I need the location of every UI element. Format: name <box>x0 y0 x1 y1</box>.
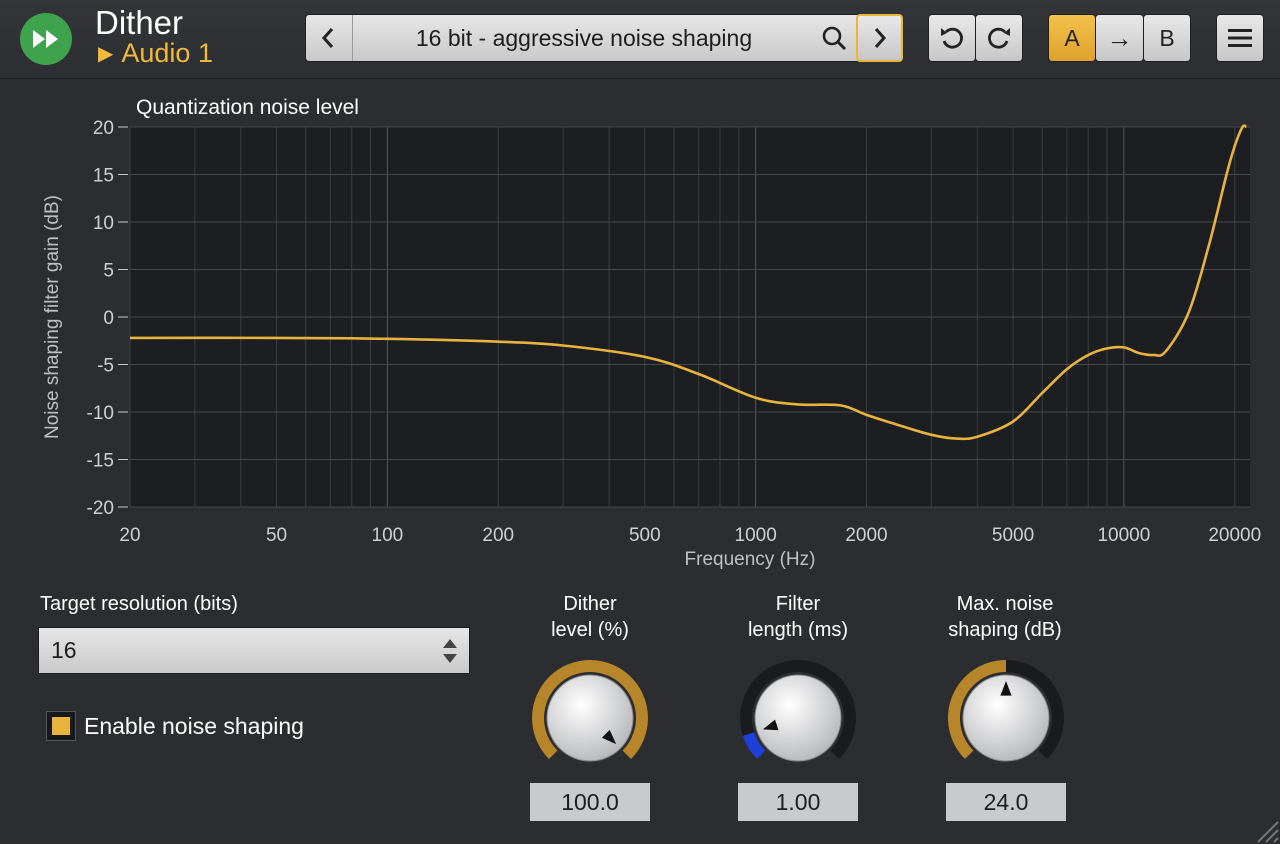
x-tick-label: 1000 <box>735 525 777 546</box>
knob-body <box>754 674 842 762</box>
y-tick-label: 15 <box>93 166 114 187</box>
y-tick-label: 20 <box>93 118 114 139</box>
max-noise-shaping-knob[interactable] <box>941 653 1071 783</box>
y-tick-label: 10 <box>93 213 114 234</box>
y-axis-label: Noise shaping filter gain (dB) <box>42 195 63 439</box>
y-tick-label: 0 <box>103 308 114 329</box>
y-tick-label: 5 <box>103 261 114 282</box>
y-tick-label: -15 <box>87 451 114 472</box>
x-tick-label: 10000 <box>1097 525 1150 546</box>
filter-length-value[interactable]: 1.00 <box>738 783 858 821</box>
resize-grip-icon[interactable] <box>1250 814 1280 844</box>
max-noise-shaping-value[interactable]: 24.0 <box>946 783 1066 821</box>
noise-shaping-checkbox[interactable] <box>46 711 76 741</box>
x-tick-label: 20 <box>119 525 140 546</box>
x-tick-label: 5000 <box>992 525 1034 546</box>
target-resolution-value: 16 <box>51 637 77 663</box>
x-tick-label: 200 <box>482 525 514 546</box>
y-tick-label: -10 <box>87 403 114 424</box>
x-axis-label: Frequency (Hz) <box>685 549 816 570</box>
y-tick-label: -5 <box>97 356 114 377</box>
dither-level-knob[interactable] <box>525 653 655 783</box>
noise-shaping-label: Enable noise shaping <box>84 713 304 739</box>
dither-level-value[interactable]: 100.0 <box>530 783 650 821</box>
x-tick-label: 500 <box>629 525 661 546</box>
y-tick-label: -20 <box>87 498 114 519</box>
x-tick-label: 50 <box>266 525 287 546</box>
knob-body <box>546 674 634 762</box>
target-resolution-select[interactable]: 16 <box>38 627 470 674</box>
x-tick-label: 2000 <box>845 525 887 546</box>
checkbox-fill <box>52 717 70 735</box>
target-resolution-label: Target resolution (bits) <box>40 593 238 615</box>
dither-level-label: Dither level (%) <box>551 593 629 641</box>
updown-arrows-icon <box>443 639 457 663</box>
x-tick-label: 100 <box>372 525 404 546</box>
noise-shaping-chart: 20151050-5-10-15-2020 50 100 200 500 1000 2000… <box>42 118 1261 570</box>
x-tick-label: 20000 <box>1208 525 1261 546</box>
filter-length-label: Filter length (ms) <box>747 593 849 641</box>
filter-length-knob[interactable] <box>733 653 863 783</box>
max-noise-shaping-label: Max. noise shaping (dB) <box>948 593 1062 641</box>
